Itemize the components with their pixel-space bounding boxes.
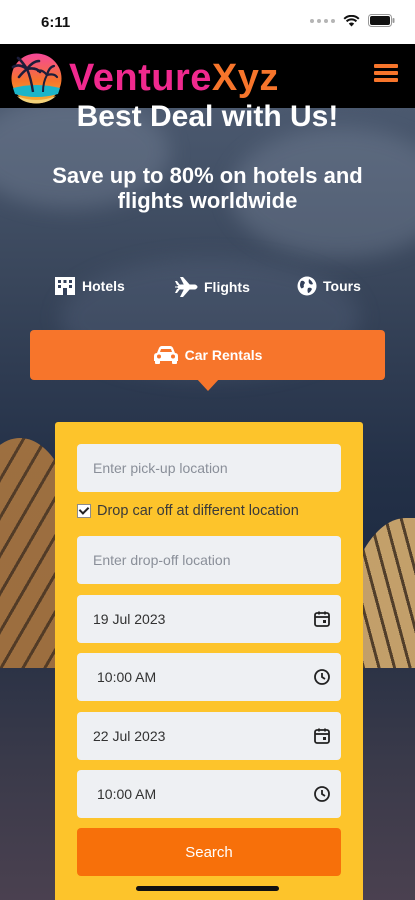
status-time: 6:11 (41, 14, 71, 31)
brand-logo[interactable]: VentureXyz (69, 52, 279, 104)
pickup-time-value: 10:00 AM (97, 669, 157, 685)
clock-icon[interactable] (313, 785, 331, 803)
status-icons (310, 14, 395, 27)
active-tab-pointer (196, 378, 220, 391)
tab-hotels-label: Hotels (82, 278, 125, 294)
plane-icon (175, 277, 198, 297)
palm-beach-logo-icon (11, 53, 62, 104)
hero-title: Best Deal with Us! (76, 100, 339, 133)
dropoff-time-field[interactable]: 10:00 AM (77, 770, 341, 818)
pickup-location-input[interactable]: Enter pick-up location (77, 444, 341, 492)
hero-subtitle: Save up to 80% on hotels and flights wor… (52, 163, 363, 213)
tab-tours-label: Tours (323, 278, 361, 294)
tab-car-rentals-label: Car Rentals (184, 347, 263, 363)
globe-icon (297, 276, 317, 296)
car-icon (153, 346, 178, 364)
pickup-time-field[interactable]: 10:00 AM (77, 653, 341, 701)
calendar-icon[interactable] (313, 610, 331, 628)
tab-flights-label: Flights (204, 279, 250, 295)
dropoff-time-value: 10:00 AM (97, 786, 157, 802)
pickup-date-value: 19 Jul 2023 (93, 611, 166, 627)
hotel-icon (55, 277, 75, 295)
cellular-icon (310, 18, 335, 23)
dropoff-different-row[interactable]: Drop car off at different location (77, 503, 299, 519)
hamburger-icon[interactable] (374, 64, 398, 90)
dropoff-different-label: Drop car off at different location (97, 503, 299, 519)
wifi-icon (343, 14, 360, 26)
dropoff-date-field[interactable]: 22 Jul 2023 (77, 712, 341, 760)
search-button[interactable]: Search (77, 828, 341, 876)
tab-car-rentals[interactable]: Car Rentals (30, 330, 385, 380)
car-rental-form: Enter pick-up location Drop car off at d… (55, 422, 363, 900)
dropoff-location-input[interactable]: Enter drop-off location (77, 536, 341, 584)
dropoff-different-checkbox[interactable] (77, 504, 91, 518)
dropoff-date-value: 22 Jul 2023 (93, 728, 166, 744)
tab-tours[interactable]: Tours (297, 276, 361, 296)
calendar-icon[interactable] (313, 727, 331, 745)
brand-name-accent: Xyz (211, 57, 279, 99)
tab-hotels[interactable]: Hotels (54, 276, 125, 296)
clock-icon[interactable] (313, 668, 331, 686)
battery-icon (368, 14, 395, 27)
search-tabs: Hotels Flights Tours (0, 276, 415, 300)
brand-name-primary: Venture (69, 57, 212, 99)
home-indicator (136, 886, 279, 891)
pickup-date-field[interactable]: 19 Jul 2023 (77, 595, 341, 643)
tab-flights[interactable]: Flights (174, 276, 250, 298)
status-bar: 6:11 (0, 0, 415, 44)
